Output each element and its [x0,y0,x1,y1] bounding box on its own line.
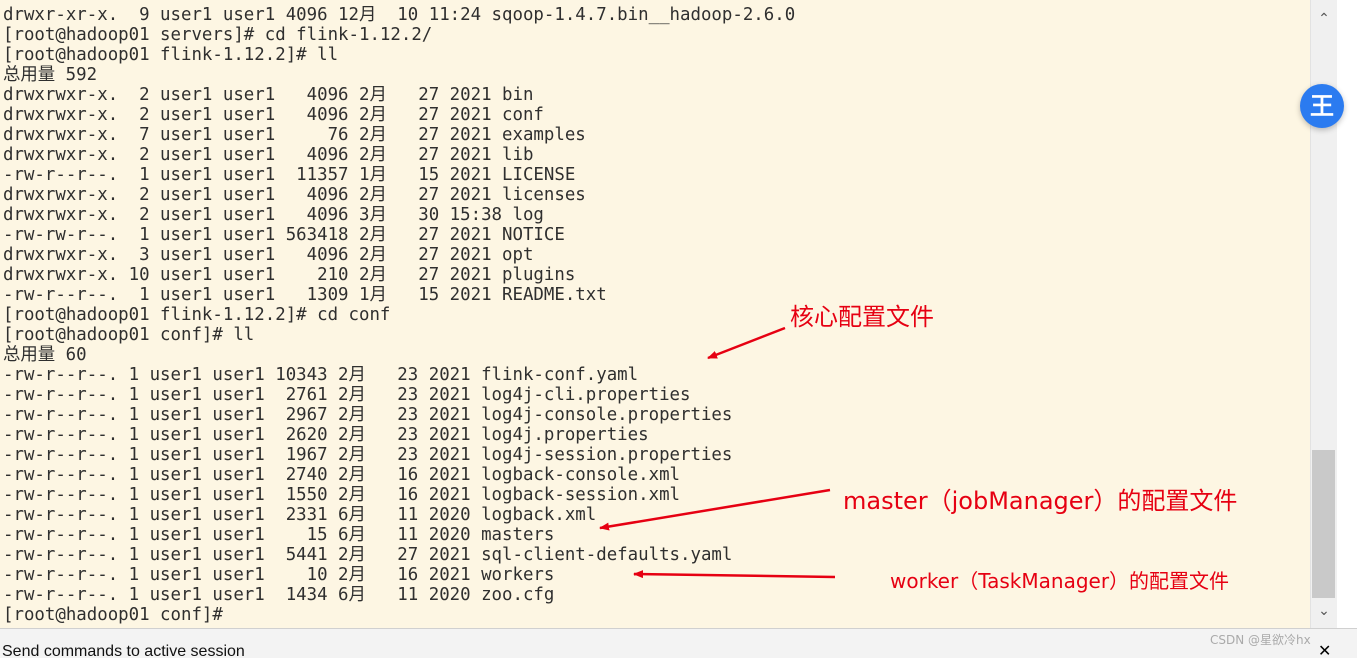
terminal-line: -rw-r--r--. 1 user1 user1 11357 1月 15 20… [3,165,576,185]
terminal-line: [root@hadoop01 conf]# ll [3,325,255,345]
chevron-down-icon[interactable]: ⌄ [1311,600,1337,620]
terminal-line: -rw-r--r--. 1 user1 user1 1550 2月 16 202… [3,485,681,505]
terminal-line: -rw-r--r--. 1 user1 user1 1434 6月 11 202… [3,585,555,605]
terminal-line: -rw-r--r--. 1 user1 user1 2761 2月 23 202… [3,385,691,405]
terminal-line: drwxrwxr-x. 10 user1 user1 210 2月 27 202… [3,265,576,285]
terminal-line: -rw-r--r--. 1 user1 user1 2331 6月 11 202… [3,505,597,525]
terminal-line: -rw-r--r--. 1 user1 user1 2967 2月 23 202… [3,405,733,425]
annotation-worker-config: worker（TaskManager）的配置文件 [890,569,1230,593]
terminal-line: [root@hadoop01 conf]# [3,605,223,625]
terminal-line: -rw-r--r--. 1 user1 user1 1967 2月 23 202… [3,445,733,465]
terminal-line: -rw-r--r--. 1 user1 user1 2740 2月 16 202… [3,465,681,485]
terminal-line: -rw-r--r--. 1 user1 user1 10 2月 16 2021 … [3,565,555,585]
terminal-line: 总用量 60 [3,345,87,365]
annotation-master-config: master（jobManager）的配置文件 [843,487,1238,515]
status-bar: Send commands to active session ✕ [0,628,1357,661]
terminal-line: -rw-r--r--. 1 user1 user1 5441 2月 27 202… [3,545,733,565]
terminal-line: drwxrwxr-x. 2 user1 user1 4096 2月 27 202… [3,145,534,165]
terminal-line: -rw-r--r--. 1 user1 user1 10343 2月 23 20… [3,365,639,385]
terminal-line: [root@hadoop01 flink-1.12.2]# ll [3,45,339,65]
terminal-line: -rw-r--r--. 1 user1 user1 15 6月 11 2020 … [3,525,555,545]
terminal-line: -rw-r--r--. 1 user1 user1 1309 1月 15 202… [3,285,607,305]
send-commands-label[interactable]: Send commands to active session [2,643,245,661]
chevron-up-icon[interactable]: ⌃ [1311,8,1337,28]
terminal-line: [root@hadoop01 flink-1.12.2]# cd conf [3,305,391,325]
terminal-line: drwxrwxr-x. 2 user1 user1 4096 3月 30 15:… [3,205,544,225]
terminal-line: drwxrwxr-x. 2 user1 user1 4096 2月 27 202… [3,185,586,205]
terminal-line: -rw-rw-r--. 1 user1 user1 563418 2月 27 2… [3,225,565,245]
close-icon[interactable]: ✕ [1318,641,1331,661]
terminal-line: drwxrwxr-x. 3 user1 user1 4096 2月 27 202… [3,245,534,265]
terminal-line: 总用量 592 [3,65,98,85]
terminal-line: drwxrwxr-x. 7 user1 user1 76 2月 27 2021 … [3,125,586,145]
terminal-line: drwxrwxr-x. 2 user1 user1 4096 2月 27 202… [3,85,534,105]
terminal-line: drwxr-xr-x. 9 user1 user1 4096 12月 10 11… [3,5,796,25]
terminal-line: -rw-r--r--. 1 user1 user1 2620 2月 23 202… [3,425,649,445]
terminal-line: drwxrwxr-x. 2 user1 user1 4096 2月 27 202… [3,105,544,125]
annotation-core-config: 核心配置文件 [790,303,934,331]
scrollbar-thumb[interactable] [1312,450,1335,598]
watermark: CSDN @星欲冷hx [1210,633,1311,647]
floating-assistant-icon[interactable]: 王 [1300,84,1344,128]
terminal-line: [root@hadoop01 servers]# cd flink-1.12.2… [3,25,433,45]
terminal-output[interactable]: drwxr-xr-x. 9 user1 user1 4096 12月 10 11… [0,0,1310,628]
